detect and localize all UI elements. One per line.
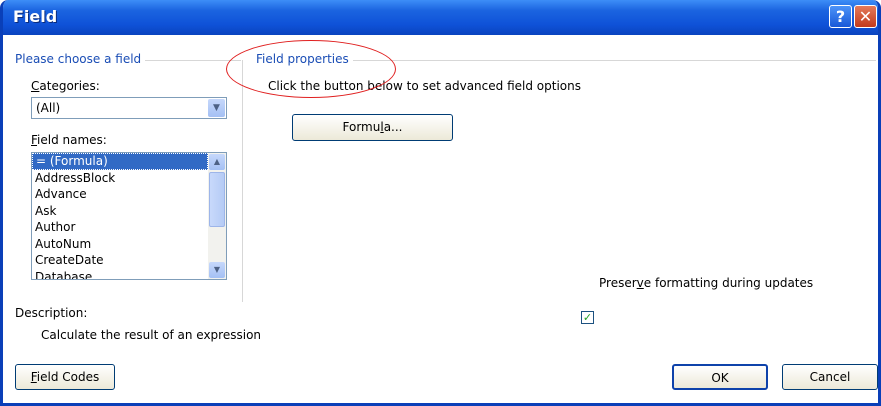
categories-select[interactable]: (All) ▼	[31, 97, 227, 119]
list-item[interactable]: Ask	[32, 203, 208, 220]
preserve-formatting-checkbox[interactable]: ✓	[581, 311, 594, 324]
dialog-body: Please choose a field Categories: (All) …	[3, 35, 878, 403]
scroll-down-icon[interactable]: ▼	[209, 262, 225, 278]
list-item[interactable]: AutoNum	[32, 236, 208, 253]
list-item[interactable]: Database	[32, 269, 208, 280]
scroll-up-icon[interactable]: ▲	[209, 154, 225, 170]
group-separator	[242, 60, 243, 302]
preserve-formatting-label[interactable]: Preserve formatting during updates	[599, 276, 813, 290]
close-button[interactable]: ✕	[854, 5, 877, 28]
description-label: Description:	[15, 306, 88, 320]
list-scrollbar[interactable]: ▲ ▼	[208, 153, 226, 279]
list-item[interactable]: AddressBlock	[32, 170, 208, 187]
field-names-label: Field names:	[31, 133, 107, 147]
field-codes-button[interactable]: Field Codes	[15, 364, 115, 390]
list-item[interactable]: Author	[32, 219, 208, 236]
categories-value: (All)	[36, 101, 61, 115]
cancel-button[interactable]: Cancel	[782, 364, 878, 390]
ok-button[interactable]: OK	[672, 364, 768, 390]
scroll-thumb[interactable]	[209, 172, 225, 227]
left-group-legend: Please choose a field	[15, 52, 146, 66]
chevron-down-icon[interactable]: ▼	[208, 99, 225, 117]
list-item[interactable]: Advance	[32, 186, 208, 203]
instruction-text: Click the button below to set advanced f…	[268, 79, 581, 93]
help-button[interactable]: ?	[829, 5, 852, 28]
list-item[interactable]: = (Formula)	[32, 153, 208, 170]
categories-label: Categories:	[31, 79, 100, 93]
field-names-items: = (Formula) AddressBlock Advance Ask Author A…	[32, 153, 208, 280]
window-title: Field	[13, 7, 58, 26]
list-item[interactable]: CreateDate	[32, 252, 208, 269]
formula-button[interactable]: Formula...	[292, 114, 453, 141]
field-names-list[interactable]: = (Formula) AddressBlock Advance Ask Author A…	[31, 152, 227, 280]
title-bar[interactable]: Field ? ✕	[3, 0, 878, 35]
description-text: Calculate the result of an expression	[41, 328, 262, 342]
right-group-legend: Field properties	[256, 52, 353, 66]
check-icon: ✓	[582, 311, 593, 324]
field-dialog: Field ? ✕ Please choose a field Categori…	[0, 0, 881, 406]
